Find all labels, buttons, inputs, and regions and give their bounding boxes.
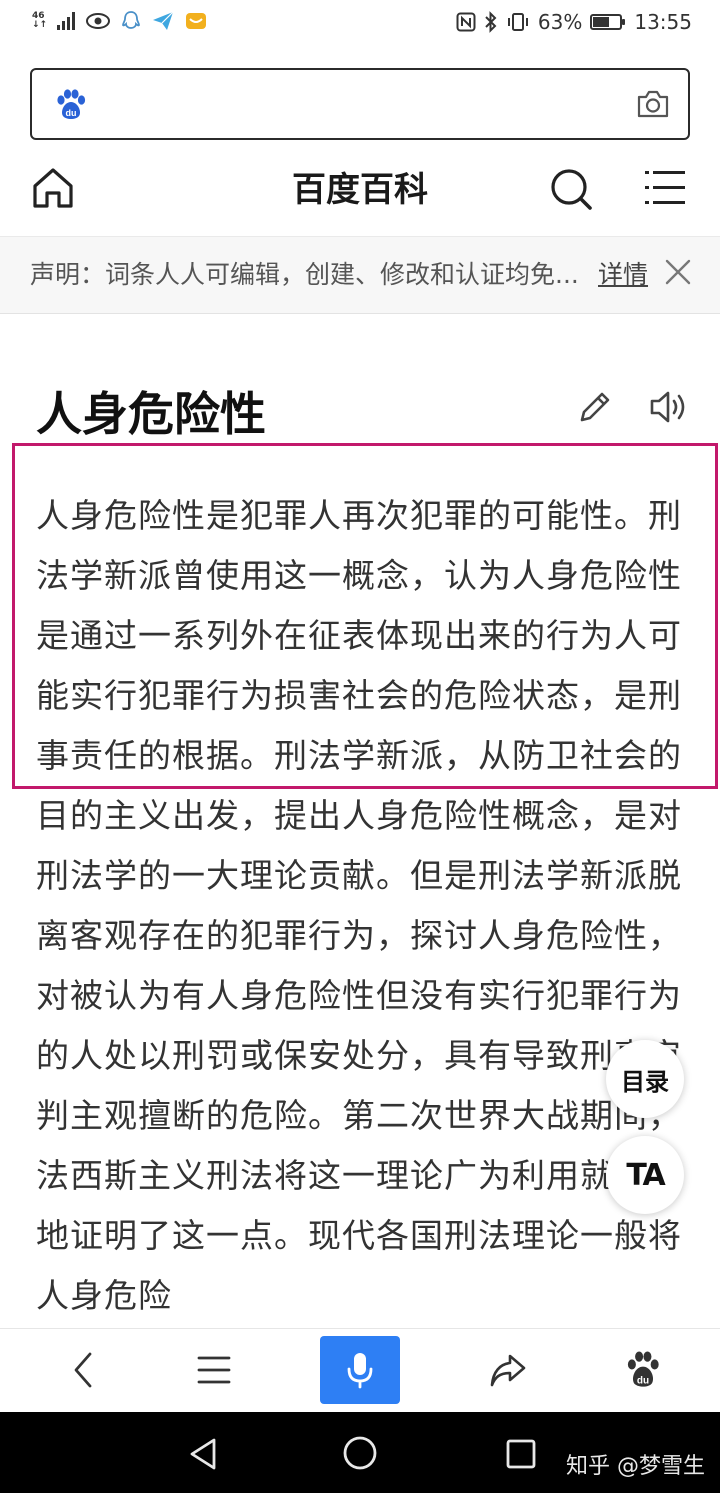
nav-home-icon[interactable] — [342, 1434, 378, 1472]
font-size-button[interactable]: TA — [606, 1136, 684, 1214]
battery-icon — [590, 14, 626, 30]
nav-back-icon[interactable] — [186, 1436, 220, 1472]
chevron-left-icon[interactable] — [66, 1350, 102, 1390]
status-left: 46 ↓↑ — [32, 10, 207, 32]
nav-recent-icon[interactable] — [506, 1438, 536, 1470]
vibrate-icon — [507, 13, 528, 31]
voice-search-button[interactable] — [320, 1336, 400, 1404]
microphone-icon — [347, 1353, 373, 1389]
clock: 13:55 — [634, 10, 692, 34]
disclaimer-bar: 声明：词条人人可编辑，创建、修改和认证均免... 详情 — [0, 236, 720, 314]
signal-icon — [57, 12, 76, 30]
svg-text:du: du — [637, 1375, 649, 1386]
entry-summary-text: 人身危险性是犯罪人再次犯罪的可能性。刑法学新派曾使用这一概念，认为人身危险性是通… — [36, 496, 682, 1315]
mail-icon — [186, 13, 207, 29]
battery-fill — [593, 17, 610, 27]
share-icon[interactable] — [488, 1350, 528, 1390]
camera-icon[interactable] — [636, 88, 670, 120]
send-icon — [153, 11, 174, 30]
network-type: 46 ↓↑ — [32, 11, 48, 30]
search-box[interactable]: du — [30, 68, 690, 140]
table-of-contents-button[interactable]: 目录 — [606, 1040, 684, 1118]
close-icon[interactable] — [664, 258, 692, 286]
pencil-icon[interactable] — [576, 388, 614, 426]
watermark: 知乎 @梦雪生 — [566, 1454, 705, 1479]
baidu-paw-icon: du — [57, 89, 86, 119]
battery-percent: 63% — [537, 10, 583, 34]
status-right: 63% 13:55 — [456, 10, 692, 34]
eye-icon — [86, 13, 111, 29]
search-icon[interactable] — [548, 166, 594, 212]
speaker-icon[interactable] — [648, 388, 690, 426]
entry-title: 人身危险性 — [36, 387, 266, 441]
list-icon[interactable] — [196, 1352, 232, 1388]
site-title[interactable]: 百度百科 — [0, 162, 720, 211]
nfc-icon — [456, 12, 476, 32]
status-bar: 46 ↓↑ 63% 13:55 — [0, 0, 720, 56]
svg-text:du: du — [66, 108, 77, 118]
disclaimer-text: 声明：词条人人可编辑，创建、修改和认证均免... — [30, 260, 579, 289]
disclaimer-details-link[interactable]: 详情 — [598, 255, 648, 291]
qq-icon — [122, 11, 140, 29]
menu-icon[interactable] — [644, 168, 686, 208]
bluetooth-icon — [485, 11, 497, 33]
baidu-paw-icon[interactable]: du — [624, 1350, 662, 1390]
